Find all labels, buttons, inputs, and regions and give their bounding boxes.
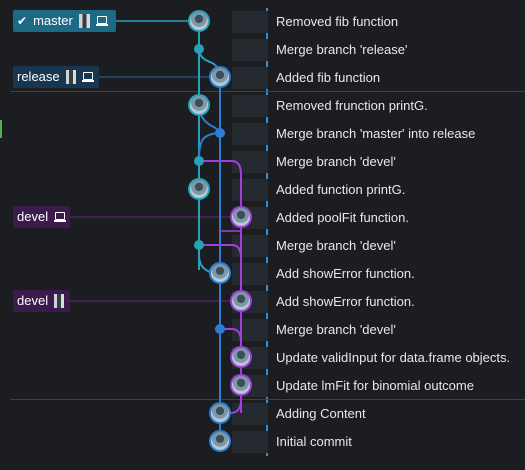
branch-name: master	[33, 13, 73, 28]
laptop-icon	[81, 72, 95, 82]
commit-node-avatar[interactable]	[209, 402, 231, 424]
check-icon: ✔	[17, 14, 28, 28]
branch-label-devel-remote[interactable]: devel	[13, 206, 70, 228]
merge-dot[interactable]	[194, 240, 204, 250]
commit-node-avatar[interactable]	[230, 206, 252, 228]
merge-dot[interactable]	[215, 324, 225, 334]
commit-node-avatar[interactable]	[230, 290, 252, 312]
commit-node-avatar[interactable]	[188, 10, 210, 32]
commit-node-avatar[interactable]	[230, 374, 252, 396]
commit-node-avatar[interactable]	[188, 178, 210, 200]
laptop-icon	[95, 16, 108, 26]
avatar	[65, 70, 76, 84]
branch-label-release[interactable]: release	[13, 66, 99, 88]
branch-label-master[interactable]: ✔ master	[13, 10, 116, 32]
commit-node-avatar[interactable]	[230, 346, 252, 368]
devel-base-curve	[229, 399, 242, 414]
commit-node-avatar[interactable]	[188, 94, 210, 116]
merge-dot[interactable]	[194, 44, 204, 54]
merge-dot[interactable]	[215, 128, 225, 138]
avatar	[78, 14, 90, 28]
laptop-icon	[54, 212, 66, 222]
branch-name: devel	[17, 209, 49, 224]
commit-node-avatar[interactable]	[209, 66, 231, 88]
branch-name: devel	[17, 293, 49, 308]
branch-label-devel-local[interactable]: devel	[13, 290, 70, 312]
merge-dot[interactable]	[194, 156, 204, 166]
avatar	[54, 294, 64, 308]
commit-node-avatar[interactable]	[209, 430, 231, 452]
commit-node-avatar[interactable]	[209, 262, 231, 284]
branch-name: release	[17, 69, 60, 84]
